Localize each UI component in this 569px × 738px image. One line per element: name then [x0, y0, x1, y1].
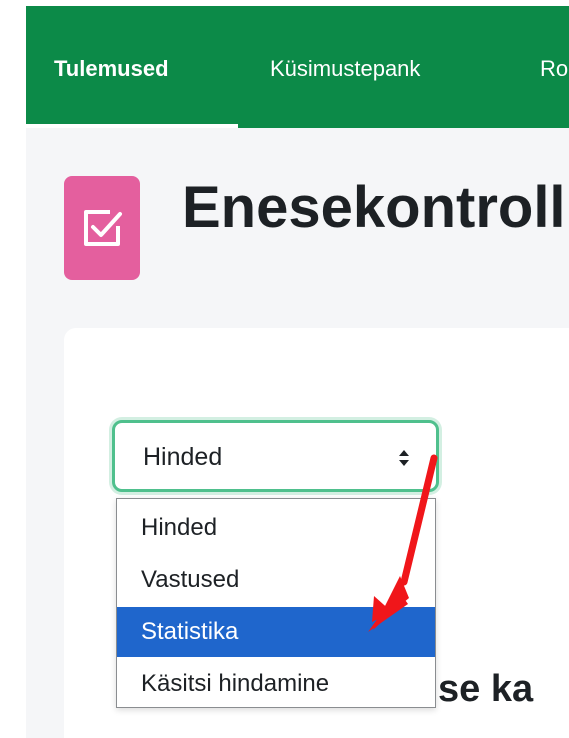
active-tab-indicator	[26, 124, 238, 128]
checkbox-icon	[64, 176, 140, 280]
tab-ro[interactable]: Ro	[540, 56, 568, 82]
option-kasitsi-hindamine[interactable]: Käsitsi hindamine	[117, 659, 435, 709]
report-type-select[interactable]: Hinded	[112, 420, 439, 492]
select-value: Hinded	[143, 443, 223, 471]
tab-kusimustepank[interactable]: Küsimustepank	[270, 56, 420, 82]
select-dropdown-list: Hinded Vastused Statistika Käsitsi hinda…	[116, 498, 436, 708]
option-vastused[interactable]: Vastused	[117, 555, 435, 605]
page-title: Enesekontroll	[182, 175, 566, 240]
section-heading: se ka	[438, 668, 534, 710]
option-statistika[interactable]: Statistika	[117, 607, 435, 657]
sort-arrows-icon	[399, 450, 409, 466]
option-hinded[interactable]: Hinded	[117, 503, 435, 553]
top-navigation: Tulemused Küsimustepank Ro	[26, 6, 569, 128]
tab-tulemused[interactable]: Tulemused	[54, 56, 169, 82]
